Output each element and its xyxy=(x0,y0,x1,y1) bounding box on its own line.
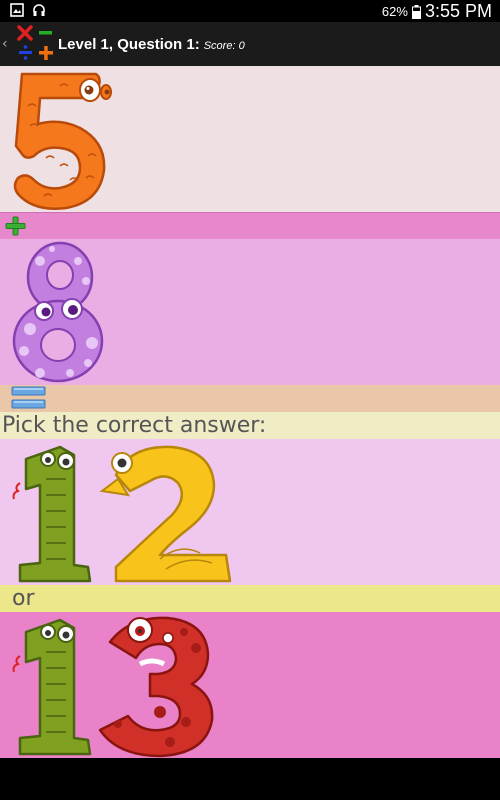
back-chevron-icon[interactable]: ‹ xyxy=(2,36,16,52)
second-number-panel xyxy=(0,239,500,385)
or-separator-band: or xyxy=(0,585,500,612)
number-eight-monster-image xyxy=(12,241,104,383)
prompt-band: Pick the correct answer: xyxy=(0,412,500,439)
math-operators-logo xyxy=(17,25,53,60)
equals-icon xyxy=(11,386,46,409)
number-twelve-monster-image xyxy=(12,445,232,583)
level-question-title: Level 1, Question 1: xyxy=(58,35,200,53)
operator-band xyxy=(0,212,500,240)
image-notification-icon xyxy=(10,3,24,17)
battery-icon xyxy=(411,4,421,19)
status-bar: 62% 3:55 PM xyxy=(0,0,500,22)
app-logo-icon[interactable] xyxy=(16,24,56,64)
navigation-bar-area xyxy=(0,758,500,800)
equals-band xyxy=(0,385,500,412)
answer-option-b[interactable] xyxy=(0,612,500,758)
clock: 3:55 PM xyxy=(424,1,492,21)
number-thirteen-monster-image xyxy=(12,616,214,758)
action-bar: ‹ Level 1, Question 1: Score: 0 xyxy=(0,22,500,66)
plus-icon xyxy=(5,216,26,236)
or-separator-text: or xyxy=(12,586,35,611)
prompt-text: Pick the correct answer: xyxy=(2,413,267,438)
number-five-monster-image xyxy=(13,72,112,210)
battery-percentage: 62% xyxy=(381,4,408,19)
score-label: Score: 0 xyxy=(203,39,245,52)
first-number-panel xyxy=(0,66,500,212)
headphones-icon xyxy=(33,4,45,16)
answer-option-a[interactable] xyxy=(0,439,500,585)
